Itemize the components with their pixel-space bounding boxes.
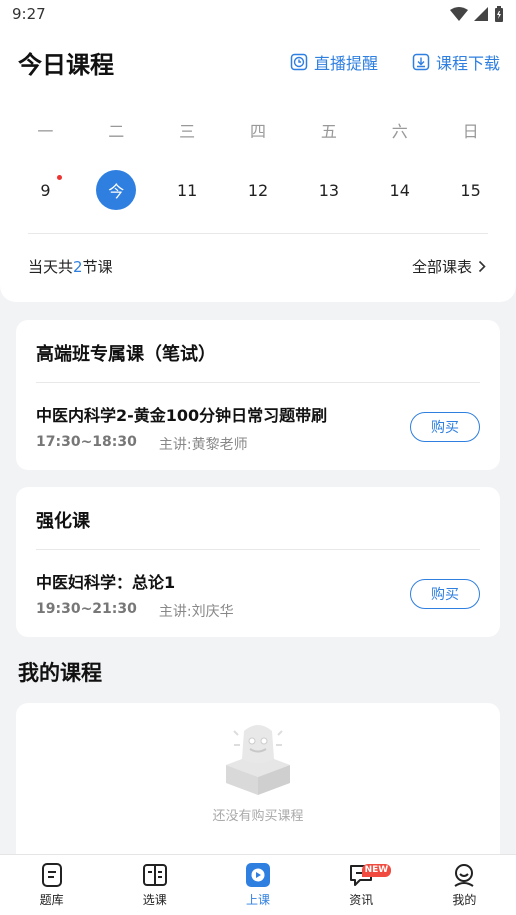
today-header-card: 今日课程 直播提醒 课程下载 一 二 三 四 五 六 日 9 今 11 12 1… bbox=[0, 28, 516, 302]
bottom-tab-bar: 题库 选课 上课 NEW 资讯 我的 bbox=[0, 854, 516, 915]
date-cell[interactable]: 12 bbox=[223, 170, 294, 210]
buy-button[interactable]: 购买 bbox=[410, 412, 480, 442]
header-actions: 直播提醒 课程下载 bbox=[290, 50, 500, 74]
course-category: 强化课 bbox=[36, 511, 90, 532]
status-time: 9:27 bbox=[12, 5, 46, 23]
weekday-label: 六 bbox=[391, 122, 408, 141]
weekday-label: 三 bbox=[179, 122, 196, 141]
book-icon bbox=[142, 864, 167, 886]
course-name[interactable]: 中医妇科学：总论1 bbox=[36, 569, 175, 593]
tab-label: 题库 bbox=[39, 893, 64, 907]
date-label: 11 bbox=[176, 180, 198, 200]
wifi-icon bbox=[450, 7, 468, 21]
date-label: 15 bbox=[460, 180, 481, 200]
course-download-label: 课程下载 bbox=[435, 54, 500, 73]
profile-icon bbox=[454, 864, 474, 887]
date-row: 9 今 11 12 13 14 15 bbox=[10, 170, 506, 210]
all-schedule-label: 全部课表 bbox=[411, 258, 472, 276]
weekday-label: 一 bbox=[37, 122, 54, 141]
summary-suffix: 节课 bbox=[82, 258, 113, 276]
card-divider bbox=[36, 382, 480, 383]
tab-label: 我的 bbox=[452, 893, 477, 907]
live-reminder-label: 直播提醒 bbox=[313, 54, 378, 73]
empty-state-text: 还没有购买课程 bbox=[212, 809, 304, 824]
tab-label: 选课 bbox=[142, 893, 167, 907]
alarm-clock-icon bbox=[290, 53, 308, 71]
tab-profile[interactable]: 我的 bbox=[413, 855, 516, 915]
date-cell[interactable]: 9 bbox=[10, 170, 81, 210]
my-courses-title: 我的课程 bbox=[18, 661, 102, 685]
date-label-today: 今 bbox=[96, 170, 137, 210]
course-count: 2 bbox=[73, 258, 83, 276]
course-name[interactable]: 中医内科学2-黄金100分钟日常习题带刷 bbox=[36, 402, 327, 426]
status-bar: 9:27 bbox=[0, 0, 516, 28]
summary-row: 当天共2节课 全部课表 bbox=[28, 256, 486, 277]
live-reminder-button[interactable]: 直播提醒 bbox=[290, 50, 378, 74]
course-meta: 19:30~21:30 主讲:刘庆华 bbox=[36, 601, 234, 621]
course-teacher: 主讲:黄黎老师 bbox=[158, 437, 248, 453]
weekday-row: 一 二 三 四 五 六 日 bbox=[10, 118, 506, 142]
all-schedule-link[interactable]: 全部课表 bbox=[412, 256, 486, 277]
buy-button[interactable]: 购买 bbox=[410, 579, 480, 609]
date-cell[interactable]: 11 bbox=[152, 170, 223, 210]
tab-label: 资讯 bbox=[349, 893, 374, 907]
date-label: 14 bbox=[389, 180, 410, 200]
course-meta: 17:30~18:30 主讲:黄黎老师 bbox=[36, 434, 248, 454]
battery-icon bbox=[495, 6, 503, 22]
date-cell[interactable]: 13 bbox=[293, 170, 364, 210]
date-label: 12 bbox=[247, 180, 269, 200]
course-time: 19:30~21:30 bbox=[36, 601, 137, 617]
card-divider bbox=[36, 549, 480, 550]
tab-course-selection[interactable]: 选课 bbox=[103, 855, 206, 915]
question-bank-icon bbox=[41, 863, 62, 887]
chevron-right-icon bbox=[478, 260, 486, 273]
tab-class[interactable]: 上课 bbox=[206, 855, 309, 915]
has-course-dot bbox=[57, 175, 62, 180]
tab-news[interactable]: NEW 资讯 bbox=[310, 855, 413, 915]
weekday-label: 二 bbox=[108, 122, 125, 141]
course-card: 强化课 中医妇科学：总论1 19:30~21:30 主讲:刘庆华 购买 bbox=[16, 487, 500, 637]
course-card: 高端班专属课（笔试） 中医内科学2-黄金100分钟日常习题带刷 17:30~18… bbox=[16, 320, 500, 470]
page-title: 今日课程 bbox=[18, 50, 114, 79]
status-icons bbox=[450, 6, 504, 22]
new-badge: NEW bbox=[361, 864, 392, 877]
weekday-label: 四 bbox=[250, 122, 267, 141]
date-cell-today[interactable]: 今 bbox=[81, 170, 152, 210]
course-teacher: 主讲:刘庆华 bbox=[158, 604, 234, 620]
weekday-label: 五 bbox=[320, 122, 337, 141]
course-count-text: 当天共2节课 bbox=[28, 256, 113, 277]
tab-question-bank[interactable]: 题库 bbox=[0, 855, 103, 915]
weekday-label: 日 bbox=[462, 122, 479, 141]
date-cell[interactable]: 14 bbox=[364, 170, 435, 210]
date-label: 9 bbox=[40, 180, 51, 200]
date-cell[interactable]: 15 bbox=[435, 170, 506, 210]
course-time: 17:30~18:30 bbox=[36, 434, 137, 450]
course-category: 高端班专属课（笔试） bbox=[36, 344, 216, 365]
download-icon bbox=[412, 53, 430, 71]
date-label: 13 bbox=[318, 180, 340, 200]
summary-prefix: 当天共 bbox=[28, 258, 74, 276]
my-courses-empty-card: 还没有购买课程 bbox=[16, 703, 500, 873]
signal-icon bbox=[474, 7, 488, 21]
play-video-icon bbox=[246, 863, 270, 887]
title-row: 今日课程 直播提醒 课程下载 bbox=[18, 44, 500, 80]
calendar-divider bbox=[28, 233, 488, 234]
empty-box-illustration-icon bbox=[226, 725, 290, 795]
course-download-button[interactable]: 课程下载 bbox=[412, 50, 500, 74]
tab-label: 上课 bbox=[246, 893, 271, 907]
